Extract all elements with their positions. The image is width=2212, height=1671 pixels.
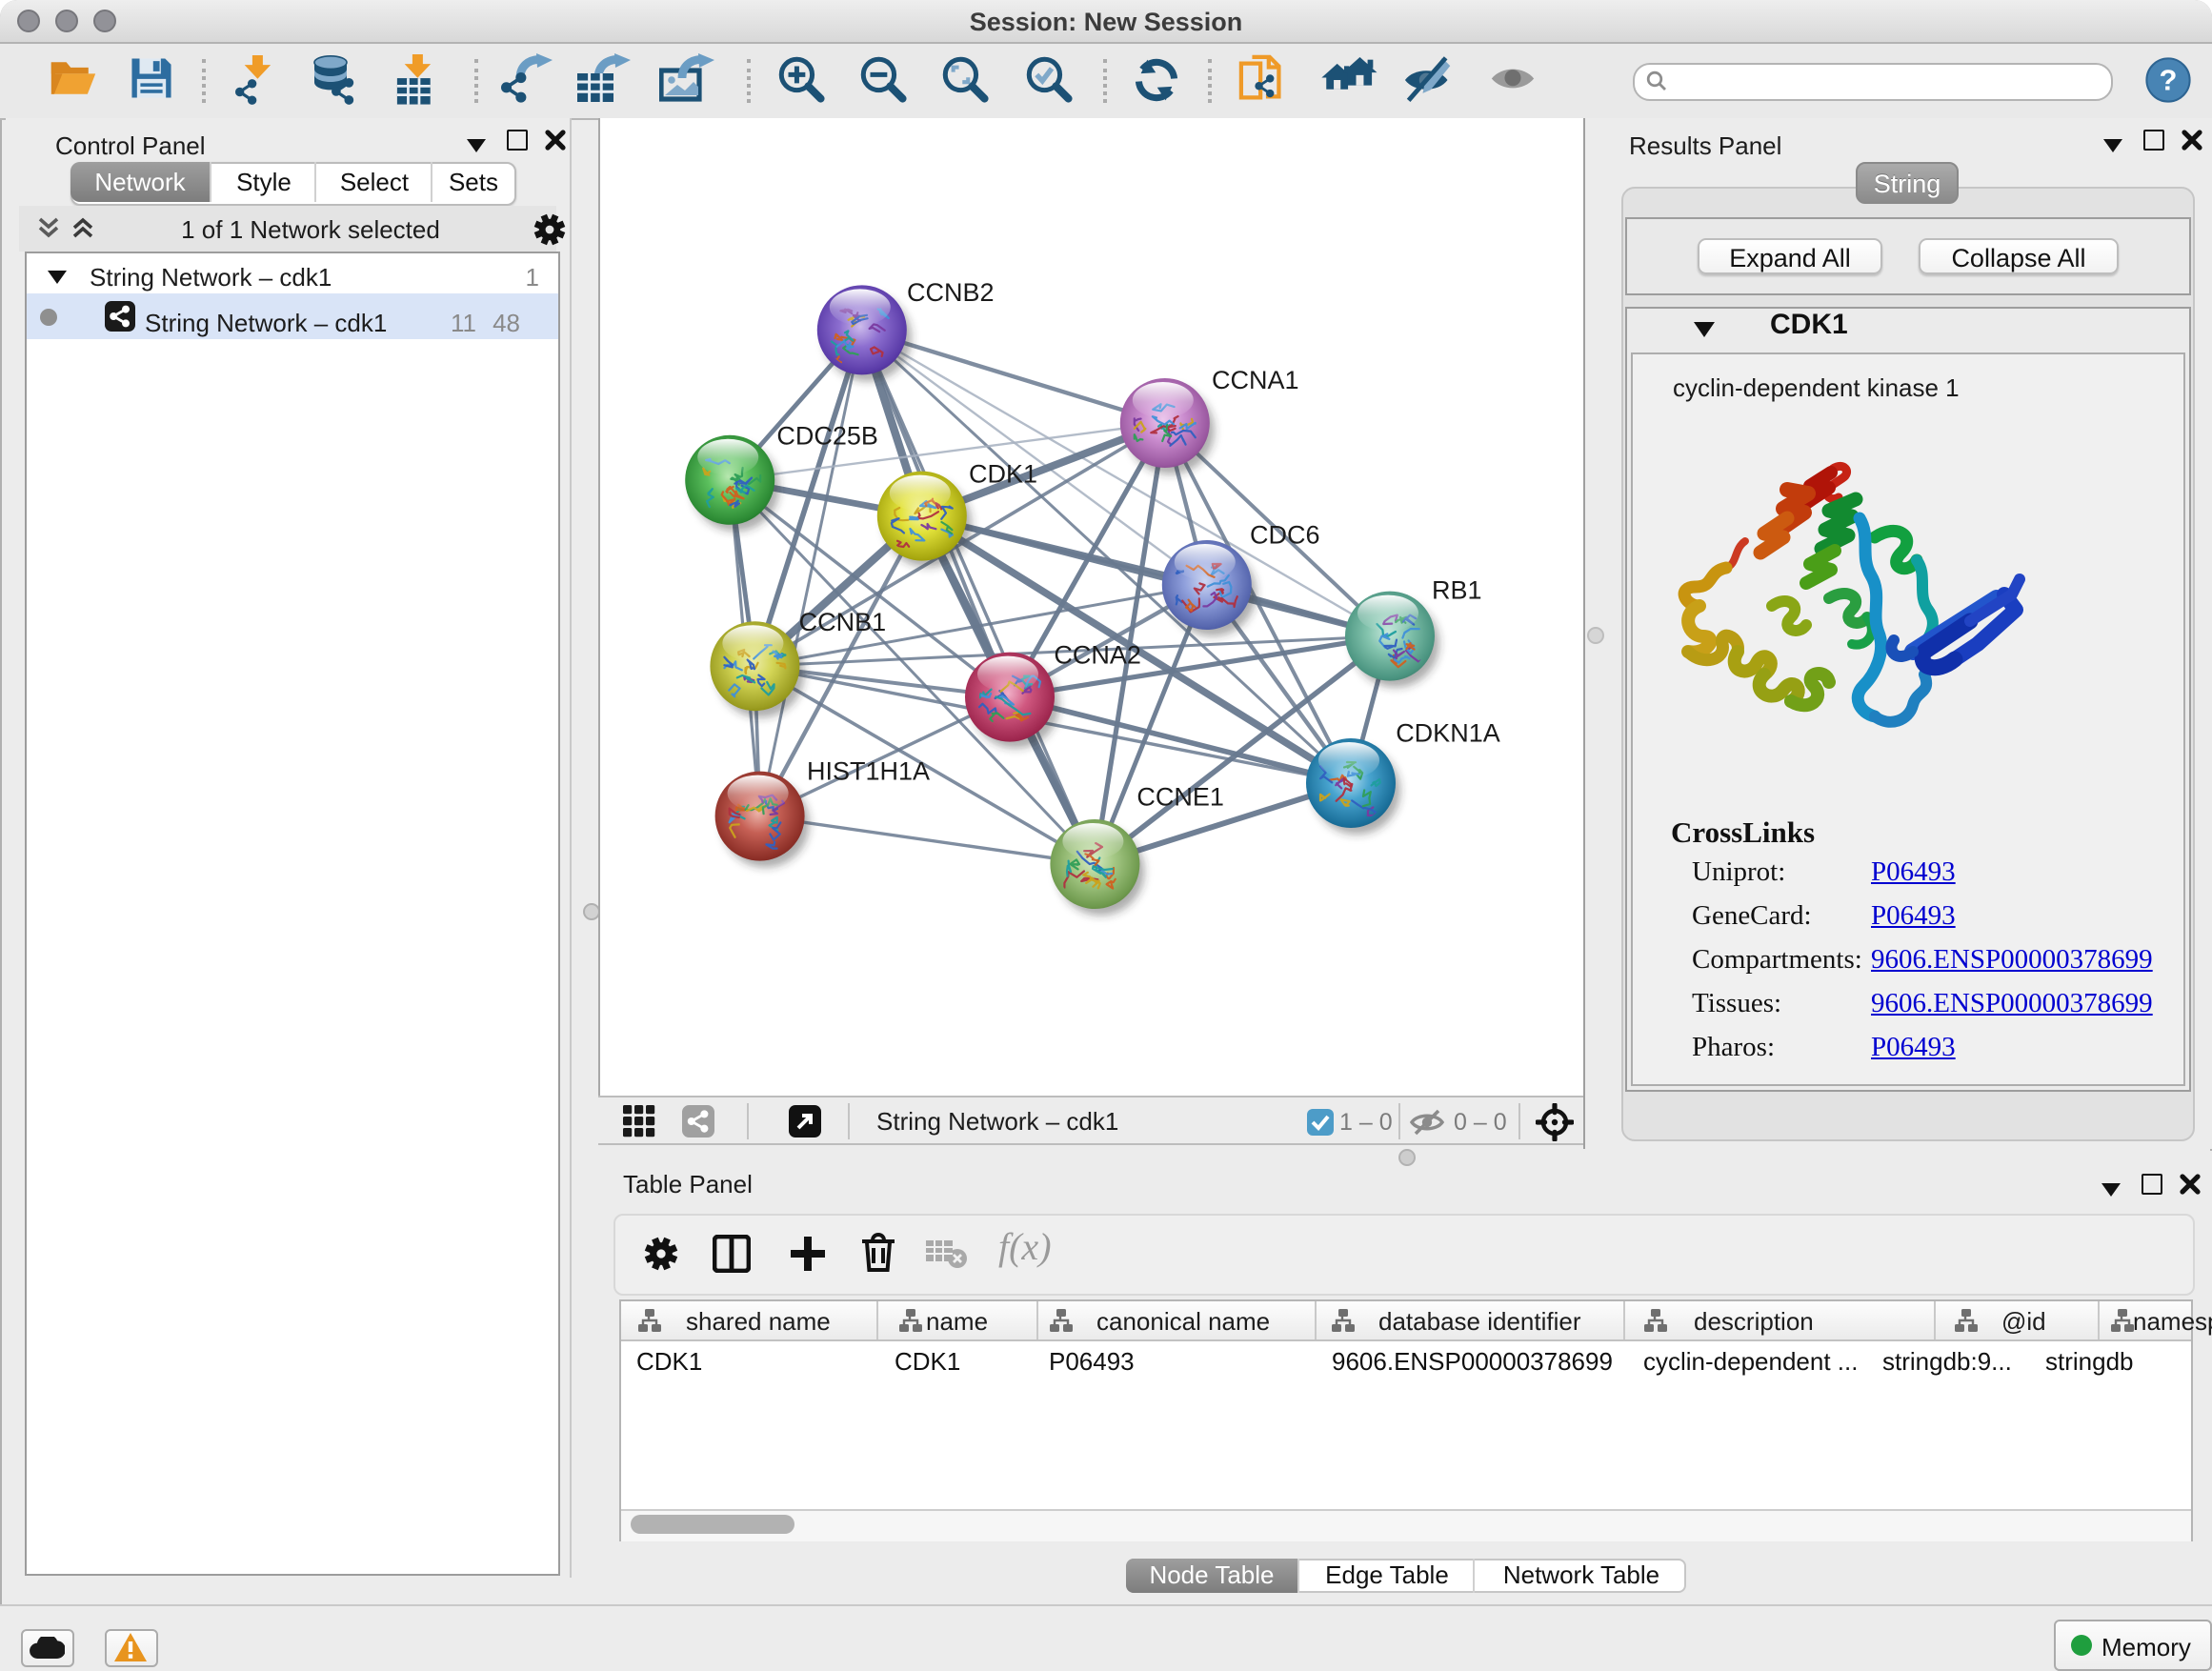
svg-text:RB1: RB1 bbox=[1432, 575, 1482, 604]
svg-text:?: ? bbox=[2160, 63, 2178, 96]
svg-text:CCNE1: CCNE1 bbox=[1136, 783, 1224, 812]
svg-text:CDK1: CDK1 bbox=[969, 460, 1037, 489]
svg-text:CCNA1: CCNA1 bbox=[1212, 366, 1299, 394]
svg-text:HIST1H1A: HIST1H1A bbox=[807, 756, 930, 785]
svg-text:CCNB1: CCNB1 bbox=[799, 608, 887, 636]
svg-text:CDC25B: CDC25B bbox=[776, 422, 878, 451]
svg-text:CDC6: CDC6 bbox=[1250, 521, 1320, 550]
svg-text:CDKN1A: CDKN1A bbox=[1396, 718, 1500, 747]
svg-text:CCNA2: CCNA2 bbox=[1054, 641, 1141, 670]
svg-text:CCNB2: CCNB2 bbox=[907, 278, 995, 307]
